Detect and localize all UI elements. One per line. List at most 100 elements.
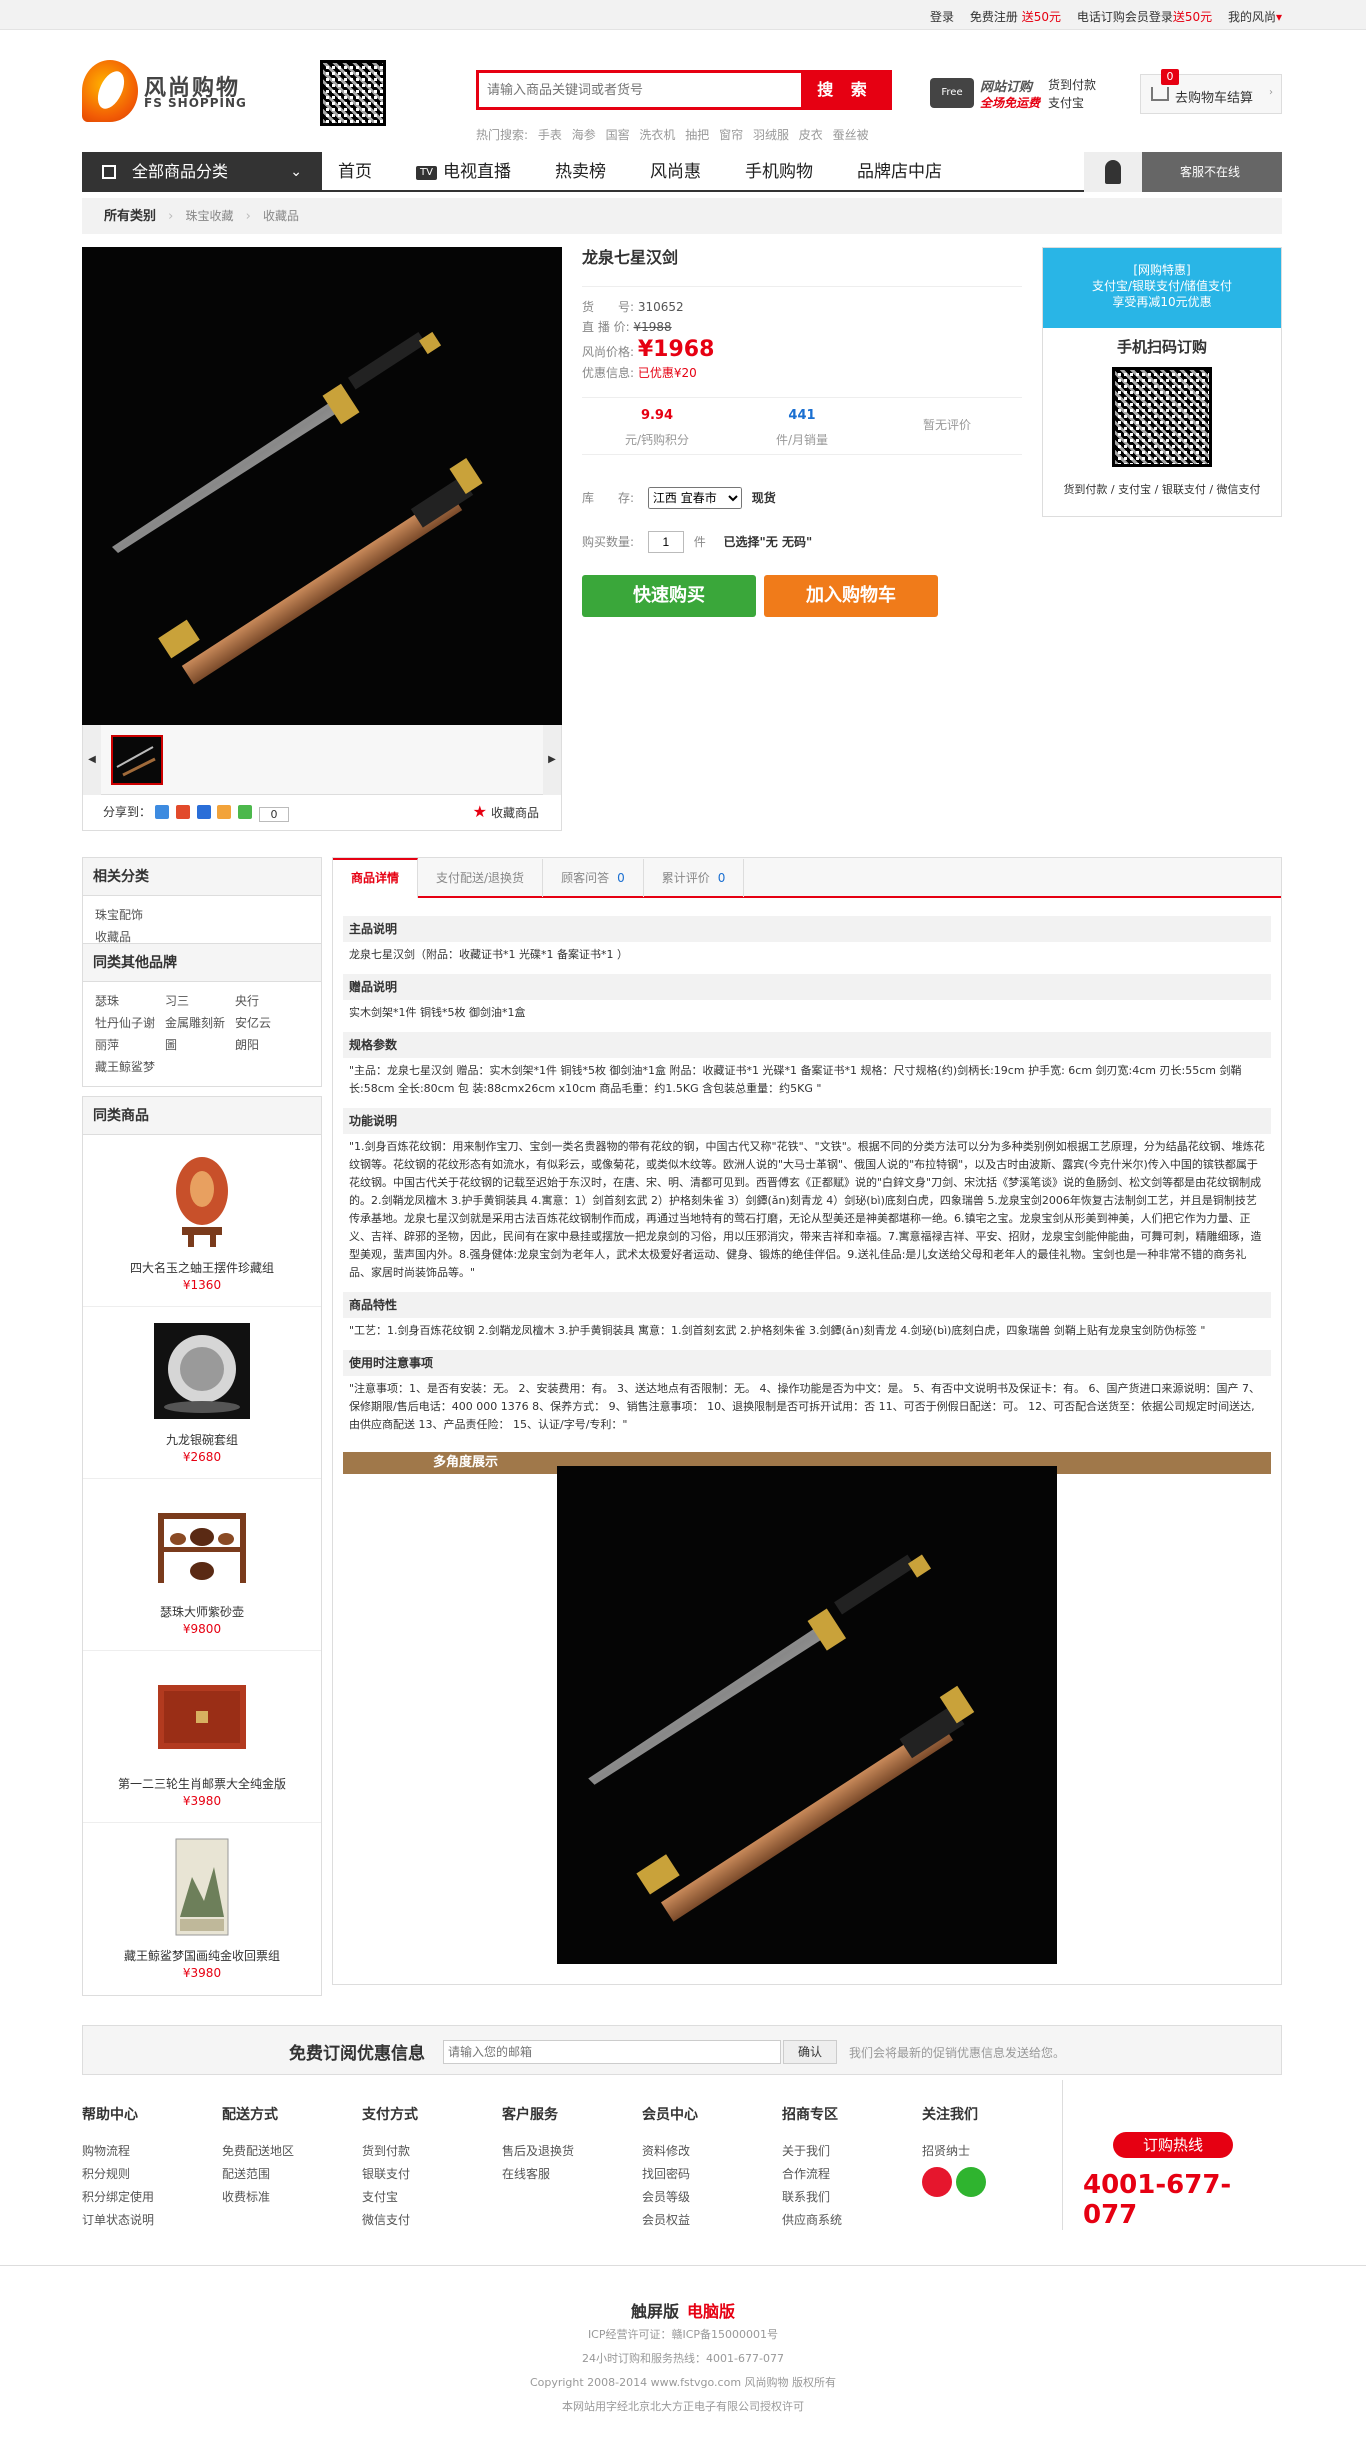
footer-link[interactable]: 在线客服 — [502, 2163, 622, 2186]
hot-search-term[interactable]: 窗帘 — [719, 128, 743, 142]
tab-reviews[interactable]: 累计评价 0 — [644, 859, 745, 897]
brand-link[interactable]: 金属雕刻新 — [165, 1012, 235, 1034]
subscribe-confirm-button[interactable]: 确认 — [783, 2040, 837, 2064]
footer-link[interactable]: 关于我们 — [782, 2140, 902, 2163]
brand-link[interactable]: 朗阳 — [235, 1034, 305, 1056]
logo-mark-icon — [82, 60, 138, 122]
register-link[interactable]: 免费注册 送50元 — [970, 10, 1061, 24]
footer-link[interactable]: 合作流程 — [782, 2163, 902, 2186]
hot-search-term[interactable]: 羽绒服 — [753, 128, 789, 142]
quick-buy-button[interactable]: 快速购买 — [582, 575, 756, 617]
favorite-button[interactable]: ★ 收藏商品 — [473, 795, 539, 830]
related-category-link[interactable]: 珠宝配饰 — [95, 904, 205, 926]
brand-link[interactable]: 丽萍 — [95, 1034, 165, 1056]
brand-link[interactable]: 牡丹仙子谢 — [95, 1012, 165, 1034]
share-qzone-icon[interactable] — [217, 805, 232, 819]
region-select[interactable]: 江西 宜春市 — [647, 487, 742, 509]
all-categories-button[interactable]: 全部商品分类 ⌄ — [82, 152, 322, 192]
footer-link[interactable]: 积分绑定使用 — [82, 2186, 202, 2209]
tab-questions[interactable]: 顾客问答 0 — [543, 859, 644, 897]
detail-section-features: 商品特性 "工艺：1.剑身百炼花纹钢 2.剑鞘龙凤檀木 3.护手黄铜装具 寓意：1… — [343, 1292, 1271, 1344]
similar-product-item[interactable]: 第一二三轮生肖邮票大全纯金版 ¥3980 — [83, 1651, 321, 1823]
cart-button[interactable]: 0 去购物车结算 › — [1140, 69, 1282, 114]
share-weibo-icon[interactable] — [175, 805, 190, 819]
footer-link[interactable]: 银联支付 — [362, 2163, 482, 2186]
brand-link[interactable]: 央行 — [235, 990, 305, 1012]
footer-divider — [0, 2265, 1366, 2266]
product-info: 龙泉七星汉剑 货 号: 310652 直 播 价: ¥1988 风尚价格: ¥1… — [582, 247, 1022, 617]
stat-reviews[interactable]: 暂无评价 — [882, 408, 1012, 433]
footer-link[interactable]: 找回密码 — [642, 2163, 762, 2186]
thumbnail-next-icon[interactable]: ▶ — [543, 725, 561, 795]
footer-link[interactable]: 会员等级 — [642, 2186, 762, 2209]
breadcrumb-level1[interactable]: 珠宝收藏 — [186, 209, 234, 223]
nav-item-hot[interactable]: 热卖榜 — [539, 152, 622, 192]
footer-link[interactable]: 配送范围 — [222, 2163, 342, 2186]
similar-product-image — [152, 1665, 252, 1765]
search-button[interactable]: 搜 索 — [801, 73, 889, 107]
share-renren-icon[interactable] — [196, 805, 211, 819]
brand-link[interactable]: 习三 — [165, 990, 235, 1012]
similar-product-item[interactable]: 藏王鲸鲨梦国画纯金收回票组 ¥3980 — [83, 1823, 321, 1995]
product-main-image[interactable] — [82, 247, 562, 725]
footer-link[interactable]: 招贤纳士 — [922, 2140, 1042, 2163]
hot-search-term[interactable]: 海参 — [572, 128, 596, 142]
thumbnail-prev-icon[interactable]: ◀ — [83, 725, 101, 795]
wechat-icon[interactable] — [956, 2167, 986, 2197]
site-logo[interactable]: 风尚购物 FS SHOPPING — [82, 60, 262, 122]
breadcrumb-root[interactable]: 所有类别 — [104, 209, 156, 224]
footer-link[interactable]: 联系我们 — [782, 2186, 902, 2209]
footer-link[interactable]: 供应商系统 — [782, 2209, 902, 2232]
similar-product-item[interactable]: 四大名玉之蚰王摆件珍藏组 ¥1360 — [83, 1135, 321, 1307]
search-input[interactable] — [479, 73, 803, 107]
footer-link[interactable]: 购物流程 — [82, 2140, 202, 2163]
nav-item-brand-shops[interactable]: 品牌店中店 — [841, 152, 958, 192]
similar-product-item[interactable]: 瑟珠大师紫砂壶 ¥9800 — [83, 1479, 321, 1651]
similar-product-item[interactable]: 九龙银碗套组 ¥2680 — [83, 1307, 321, 1479]
tab-payment-delivery[interactable]: 支付配送/退换货 — [418, 859, 544, 897]
hot-search-term[interactable]: 洗衣机 — [639, 128, 675, 142]
hot-search-term[interactable]: 抽把 — [685, 128, 709, 142]
tab-details[interactable]: 商品详情 — [333, 858, 419, 898]
brand-link[interactable]: 瑟珠 — [95, 990, 165, 1012]
brand-link[interactable]: 安亿云 — [235, 1012, 305, 1034]
footer-link[interactable]: 货到付款 — [362, 2140, 482, 2163]
my-account-link[interactable]: 我的风尚▾ — [1228, 10, 1282, 24]
sku-row: 货 号: 310652 — [582, 297, 1022, 317]
hot-search-term[interactable]: 蚕丝被 — [833, 128, 869, 142]
footer-link[interactable]: 售后及退换货 — [502, 2140, 622, 2163]
stat-points-value: 9.94 — [640, 408, 674, 423]
touch-version-link[interactable]: 触屏版 — [631, 2302, 679, 2321]
footer-link[interactable]: 收费标准 — [222, 2186, 342, 2209]
footer-link[interactable]: 微信支付 — [362, 2209, 482, 2232]
footer-link[interactable]: 资料修改 — [642, 2140, 762, 2163]
footer-link[interactable]: 支付宝 — [362, 2186, 482, 2209]
nav-item-tv-live[interactable]: TV 电视直播 — [400, 152, 527, 192]
hot-search-term[interactable]: 手表 — [538, 128, 562, 142]
quantity-input[interactable] — [647, 531, 684, 553]
breadcrumb-level2[interactable]: 收藏品 — [263, 209, 299, 223]
subscribe-email-input[interactable] — [443, 2040, 781, 2064]
phone-login-link[interactable]: 电话订购会员登录送50元 — [1077, 10, 1212, 24]
thumbnail-item[interactable] — [111, 735, 163, 785]
nav-item-mobile[interactable]: 手机购物 — [729, 152, 829, 192]
footer-link[interactable]: 会员权益 — [642, 2209, 762, 2232]
customer-service-button[interactable]: 客服不在线 — [1084, 152, 1282, 192]
share-more-icon[interactable] — [238, 805, 253, 819]
hot-search-term[interactable]: 皮衣 — [799, 128, 823, 142]
brand-link[interactable]: 圖 — [165, 1034, 235, 1056]
login-link[interactable]: 登录 — [930, 10, 954, 24]
live-price-row: 直 播 价: ¥1988 — [582, 317, 1022, 337]
nav-item-home[interactable]: 首页 — [322, 152, 388, 192]
brand-link[interactable]: 藏王鲸鲨梦 — [95, 1056, 195, 1078]
footer-link[interactable]: 免费配送地区 — [222, 2140, 342, 2163]
add-to-cart-button[interactable]: 加入购物车 — [764, 575, 938, 617]
nav-item-deals[interactable]: 风尚惠 — [634, 152, 717, 192]
similar-product-price: ¥9800 — [182, 1622, 222, 1636]
share-qq-icon[interactable] — [154, 805, 169, 819]
footer-link[interactable]: 订单状态说明 — [82, 2209, 202, 2232]
footer-link[interactable]: 积分规则 — [82, 2163, 202, 2186]
hot-search-term[interactable]: 国窖 — [606, 128, 630, 142]
pc-version-link[interactable]: 电脑版 — [687, 2302, 735, 2321]
weibo-icon[interactable] — [922, 2167, 952, 2197]
